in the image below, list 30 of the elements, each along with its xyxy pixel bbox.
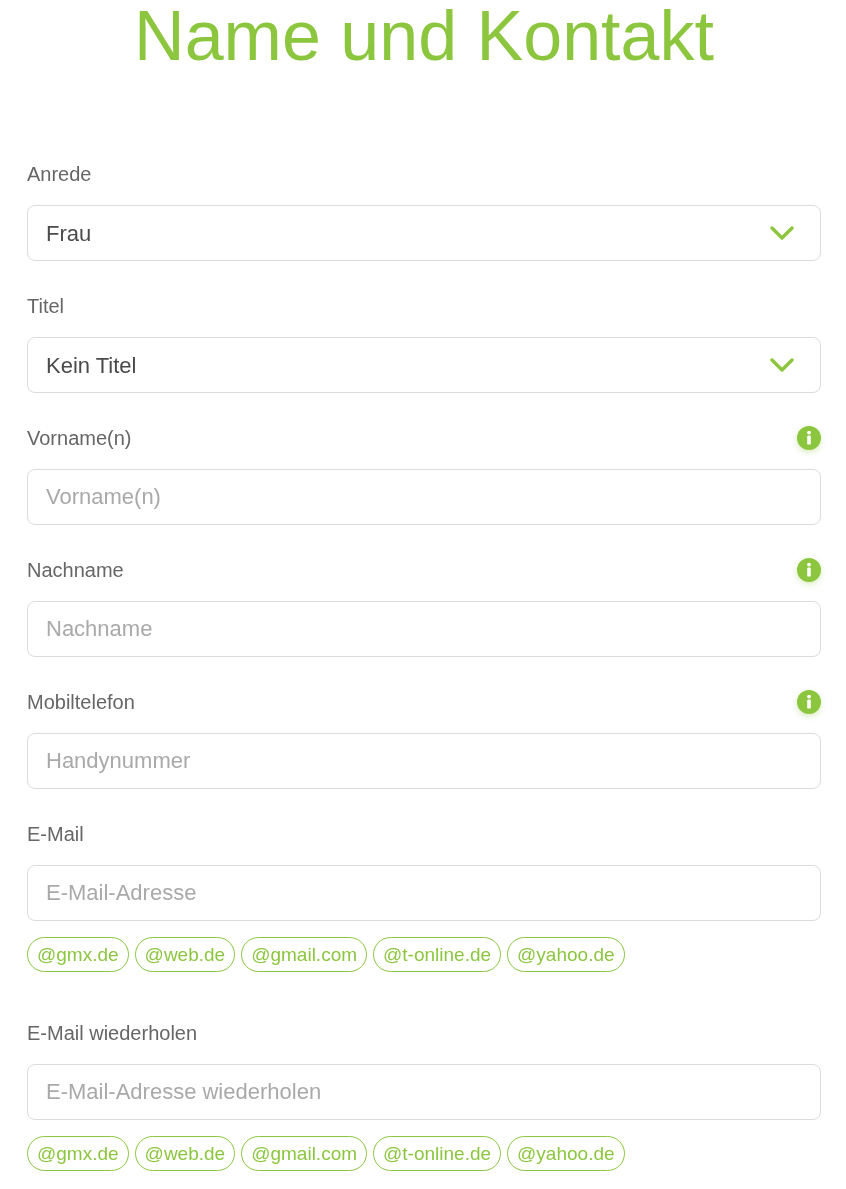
text-input[interactable]: E-Mail-Adresse wiederholen [27,1064,821,1120]
text-input[interactable]: Vorname(n) [27,469,821,525]
select-field[interactable]: Kein Titel [27,337,821,393]
domain-suggestion[interactable]: @t-online.de [373,1136,502,1171]
page-title: Name und Kontakt [133,1,715,71]
domain-suggestion[interactable]: @gmx.de [27,1136,129,1171]
field-label: Anrede [27,162,92,186]
field-label: E-Mail [27,822,84,846]
domain-suggestion[interactable]: @web.de [134,937,236,972]
chevron-down-icon [770,225,794,241]
field-label: Mobiltelefon [27,690,135,714]
domain-suggestion[interactable]: @yahoo.de [507,1136,625,1171]
info-icon[interactable] [797,690,821,714]
field-label: Nachname [27,558,124,582]
chevron-down-icon [770,357,794,373]
text-input[interactable]: Handynummer [27,733,821,789]
domain-suggestion[interactable]: @gmail.com [241,937,368,972]
domain-suggestion[interactable]: @t-online.de [373,937,502,972]
select-field[interactable]: Frau [27,205,821,261]
domain-suggestion[interactable]: @web.de [134,1136,236,1171]
field-label: Vorname(n) [27,426,132,450]
domain-suggestion[interactable]: @gmx.de [27,937,129,972]
field-label: Titel [27,294,65,318]
domain-suggestion[interactable]: @gmail.com [241,1136,368,1171]
info-icon[interactable] [797,558,821,582]
domain-suggestion[interactable]: @yahoo.de [507,937,625,972]
field-label: E-Mail wiederholen [27,1021,198,1045]
text-input[interactable]: Nachname [27,601,821,657]
info-icon[interactable] [797,426,821,450]
text-input[interactable]: E-Mail-Adresse [27,865,821,921]
